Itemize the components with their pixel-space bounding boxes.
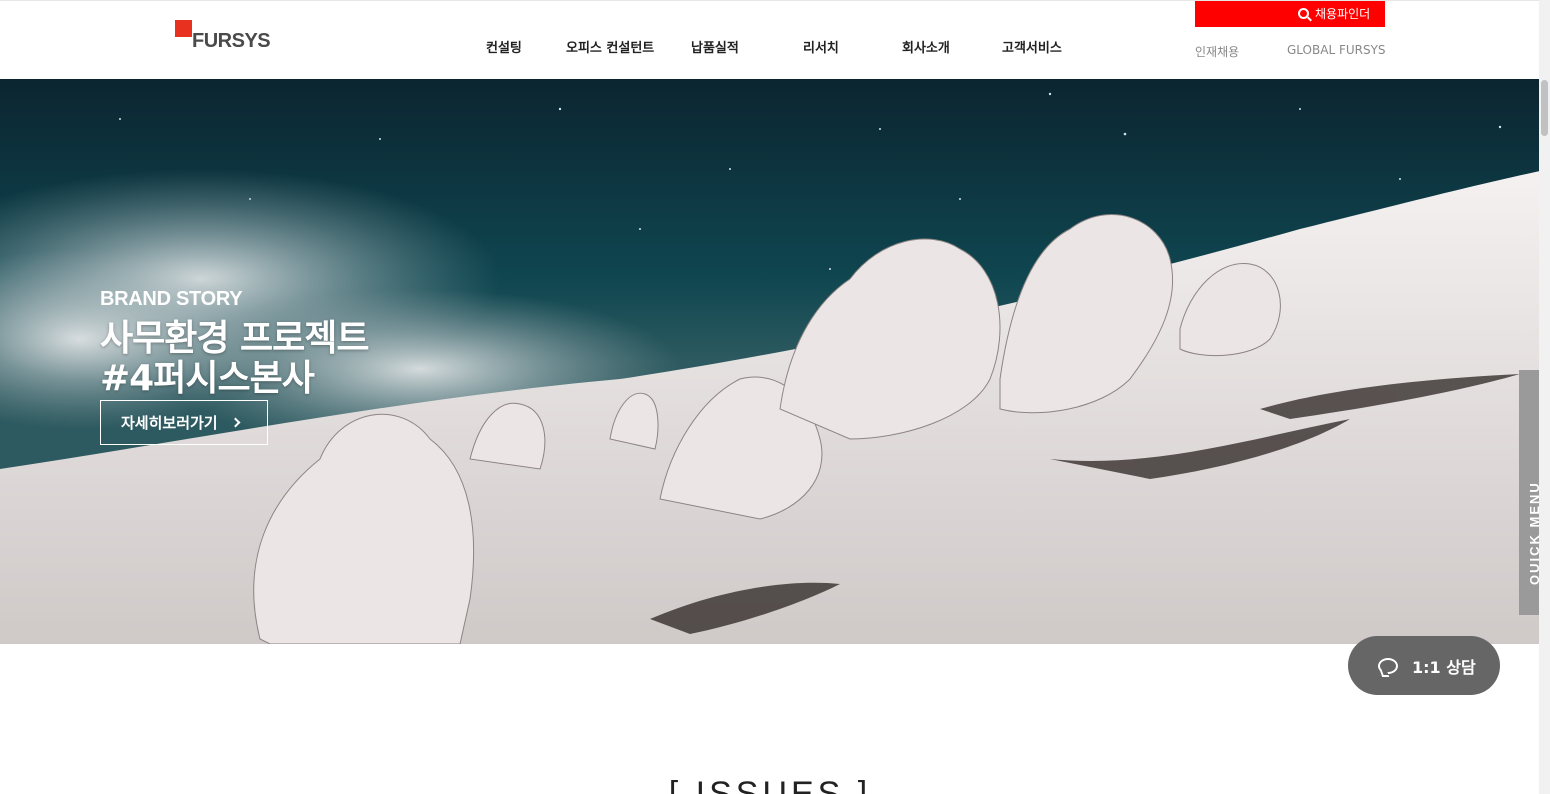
hero-eyebrow: BRAND STORY [100,288,243,310]
issues-heading: [ ISSUES ] [668,775,872,794]
fursys-logo[interactable]: FURSYS [175,20,275,56]
nav-item-references[interactable]: 납품실적 [691,37,739,56]
nav-item-company[interactable]: 회사소개 [902,37,950,56]
nav-item-research[interactable]: 리서치 [803,37,839,56]
hero-title-line-1: 사무환경 프로젝트 [100,318,369,359]
logo-mark [175,20,192,37]
logo-text: FURSYS [192,30,271,52]
page-scrollbar[interactable] [1539,0,1550,794]
global-fursys-link[interactable]: GLOBAL FURSYS [1287,43,1386,57]
hero-more-label: 자세히보러가기 [121,414,218,432]
chat-consult-label: 1:1 상담 [1412,657,1476,677]
site-header: FURSYS 컨설팅 오피스 컨설턴트 납품실적 리서치 회사소개 고객서비스 … [0,0,1550,79]
recruit-finder-button[interactable]: 채용파인더 [1195,1,1385,27]
hero-banner: BRAND STORY 사무환경 프로젝트 #4퍼시스본사 자세히보러가기 [0,79,1550,644]
nav-item-office-consultant[interactable]: 오피스 컨설턴트 [566,37,654,56]
chat-consult-button[interactable]: 1:1 상담 [1348,636,1500,695]
search-icon [1298,8,1309,19]
hero-title-line-2: #4퍼시스본사 [100,358,315,399]
recruit-finder-label: 채용파인더 [1315,7,1371,21]
nav-item-customer-service[interactable]: 고객서비스 [1002,37,1062,56]
scrollbar-thumb[interactable] [1541,80,1548,136]
hero-title: 사무환경 프로젝트 #4퍼시스본사 [100,319,369,399]
chat-bubble-icon [1378,657,1398,674]
recruit-link[interactable]: 인재채용 [1195,43,1239,60]
nav-item-consulting[interactable]: 컨설팅 [486,37,522,56]
hero-text-block: BRAND STORY 사무환경 프로젝트 #4퍼시스본사 [100,288,369,399]
hero-more-button[interactable]: 자세히보러가기 [100,400,268,445]
chevron-right-icon [230,417,241,428]
